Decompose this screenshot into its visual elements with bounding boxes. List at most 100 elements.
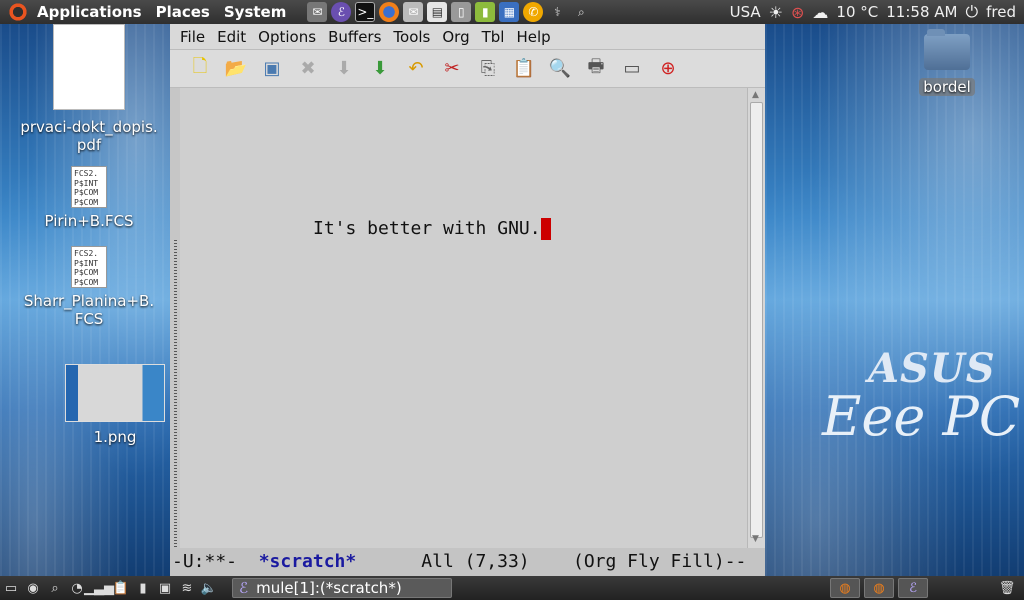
- news-icon[interactable]: ▤: [427, 2, 448, 22]
- open-folder-icon[interactable]: 📂: [222, 55, 250, 83]
- taskbar-item-emacs[interactable]: ℰ mule[1]:(*scratch*): [232, 578, 452, 598]
- top-panel: Applications Places System ✉ ℰ >_ ✉ ▤ ▯ …: [0, 0, 1024, 24]
- desktop-icon-label: 1.png: [93, 428, 137, 446]
- text-cursor: [540, 218, 551, 240]
- firefox-icon[interactable]: ◍: [830, 578, 860, 598]
- menu-tools[interactable]: Tools: [387, 28, 436, 46]
- menu-edit[interactable]: Edit: [211, 28, 252, 46]
- left-fringe: [170, 88, 180, 550]
- buffer-text[interactable]: It's better with GNU.: [313, 218, 551, 240]
- emacs-menubar: File Edit Options Buffers Tools Org Tbl …: [170, 24, 765, 50]
- firefox-icon[interactable]: ◍: [864, 578, 894, 598]
- taskbar-item-label: mule[1]:(*scratch*): [256, 579, 402, 597]
- menu-buffers[interactable]: Buffers: [322, 28, 387, 46]
- menu-org[interactable]: Org: [436, 28, 475, 46]
- calculator-icon[interactable]: ▦: [499, 2, 520, 22]
- emacs-icon[interactable]: ℰ: [898, 578, 928, 598]
- mail-client-icon[interactable]: ✉: [403, 2, 424, 22]
- emacs-window: File Edit Options Buffers Tools Org Tbl …: [170, 24, 765, 576]
- menu-tbl[interactable]: Tbl: [476, 28, 511, 46]
- png-thumbnail-icon: [65, 364, 165, 422]
- monitor-icon[interactable]: ▣: [156, 579, 174, 597]
- folder-icon: [924, 29, 970, 70]
- wifi-icon[interactable]: ≋: [178, 579, 196, 597]
- fcs-file-icon: FCS2. P$INT P$COM P$COM: [71, 166, 107, 208]
- telephony-icon[interactable]: ✆: [523, 2, 544, 22]
- system-tray: USA ☀ ⊛ ☁ 10 °C 11:58 AM ⏻ fred: [730, 2, 1024, 22]
- dired-icon[interactable]: ▣: [258, 55, 286, 83]
- volume-icon[interactable]: 🔈: [200, 579, 218, 597]
- desktop-icon-pirin-fcs[interactable]: FCS2. P$INT P$COM P$COM Pirin+B.FCS: [14, 166, 164, 230]
- search-icon[interactable]: 🔍: [546, 55, 574, 83]
- emacs-icon: ℰ: [239, 579, 249, 597]
- desktop-icon-sharr-fcs[interactable]: FCS2. P$INT P$COM P$COM Sharr_Planina+B.…: [14, 246, 164, 328]
- clock[interactable]: 11:58 AM: [886, 3, 957, 21]
- stethoscope-icon[interactable]: ⚕: [547, 2, 567, 22]
- scrollbar-thumb[interactable]: [750, 102, 763, 538]
- paste-icon[interactable]: 📋: [510, 55, 538, 83]
- print-icon[interactable]: 🖶: [582, 55, 610, 83]
- close-icon[interactable]: ✖: [294, 55, 322, 83]
- eee-pc-logo: Eee PC: [822, 385, 1021, 448]
- undo-icon[interactable]: ↶: [402, 55, 430, 83]
- modeline-buffer-name[interactable]: *scratch*: [259, 551, 357, 572]
- scroll-up-icon[interactable]: ▲: [752, 90, 759, 100]
- search-icon[interactable]: ⌕: [571, 2, 591, 22]
- clipboard-icon[interactable]: 📋: [112, 579, 130, 597]
- power-icon[interactable]: ⏻: [965, 2, 978, 22]
- emacs-buffer[interactable]: It's better with GNU. ▲ ▼: [170, 88, 765, 550]
- desktop-icon-png[interactable]: 1.png: [64, 364, 166, 446]
- user-name[interactable]: fred: [986, 3, 1016, 21]
- desktop-icon-label: prvaci-dokt_dopis. pdf: [20, 118, 158, 154]
- show-desktop-icon[interactable]: ▭: [2, 579, 20, 597]
- trash-icon[interactable]: 🗑: [998, 579, 1016, 597]
- device-manager-icon[interactable]: ▮: [475, 2, 496, 22]
- weather-icon[interactable]: ☁: [812, 3, 828, 22]
- firefox-icon[interactable]: [379, 2, 400, 22]
- copy-icon[interactable]: ⎘: [474, 55, 502, 83]
- phone-icon[interactable]: ▯: [451, 2, 472, 22]
- menu-file[interactable]: File: [174, 28, 211, 46]
- mode-line: -U:**- *scratch* All (7,33) (Org Fly Fil…: [170, 548, 765, 576]
- weather-temperature[interactable]: 10 °C: [836, 3, 878, 21]
- battery-icon[interactable]: ▮: [134, 579, 152, 597]
- menu-help[interactable]: Help: [510, 28, 556, 46]
- signal-icon[interactable]: ▁▃▅: [84, 579, 114, 597]
- save-as-icon[interactable]: ⬇: [366, 55, 394, 83]
- brightness-icon[interactable]: ☀: [769, 3, 783, 22]
- new-file-icon[interactable]: 🗋: [186, 55, 214, 83]
- desktop-icon-pdf[interactable]: prvaci-dokt_dopis. pdf: [14, 24, 164, 154]
- modeline-status: -U:**-: [172, 551, 259, 572]
- magnifier-icon[interactable]: ⌕: [46, 579, 64, 597]
- mail-icon[interactable]: ✉: [307, 2, 328, 22]
- taskbar-right: ◍ ◍ ℰ 🗑: [830, 578, 1024, 598]
- desktop-icon-label: Sharr_Planina+B. FCS: [23, 292, 155, 328]
- menu-applications[interactable]: Applications: [30, 3, 149, 21]
- scroll-down-icon[interactable]: ▼: [752, 534, 759, 544]
- terminal-icon[interactable]: >_: [355, 2, 376, 22]
- help-icon[interactable]: ⊕: [654, 55, 682, 83]
- fringe-indicator: [174, 240, 177, 550]
- modeline-position-modes: All (7,33) (Org Fly Fill)--: [356, 551, 747, 572]
- menu-places[interactable]: Places: [149, 3, 217, 21]
- buffer-text-content: It's better with GNU.: [313, 218, 541, 239]
- disk-icon[interactable]: ◉: [24, 579, 42, 597]
- bottom-panel: ▭ ◉ ⌕ ◔ ▁▃▅ 📋 ▮ ▣ ≋ 🔈 ℰ mule[1]:(*scratc…: [0, 576, 1024, 600]
- launcher-icons: ✉ ℰ >_ ✉ ▤ ▯ ▮ ▦ ✆ ⚕ ⌕: [307, 2, 591, 22]
- cut-icon[interactable]: ✂: [438, 55, 466, 83]
- pdf-thumbnail-icon: [53, 24, 125, 110]
- preferences-icon[interactable]: ▭: [618, 55, 646, 83]
- menu-options[interactable]: Options: [252, 28, 322, 46]
- ubuntu-logo-icon[interactable]: [8, 2, 28, 22]
- update-icon[interactable]: ⊛: [791, 3, 804, 22]
- desktop-icon-label: bordel: [919, 78, 975, 96]
- emacs-icon[interactable]: ℰ: [331, 2, 352, 22]
- desktop-icon-bordel[interactable]: bordel: [914, 29, 980, 96]
- save-icon[interactable]: ⬇: [330, 55, 358, 83]
- fcs-file-icon: FCS2. P$INT P$COM P$COM: [71, 246, 107, 288]
- emacs-toolbar: 🗋 📂 ▣ ✖ ⬇ ⬇ ↶ ✂ ⎘ 📋 🔍 🖶 ▭ ⊕: [170, 50, 765, 88]
- scrollbar[interactable]: ▲ ▼: [747, 88, 765, 548]
- keyboard-layout[interactable]: USA: [730, 3, 761, 21]
- desktop-icon-label: Pirin+B.FCS: [44, 212, 134, 230]
- menu-system[interactable]: System: [217, 3, 293, 21]
